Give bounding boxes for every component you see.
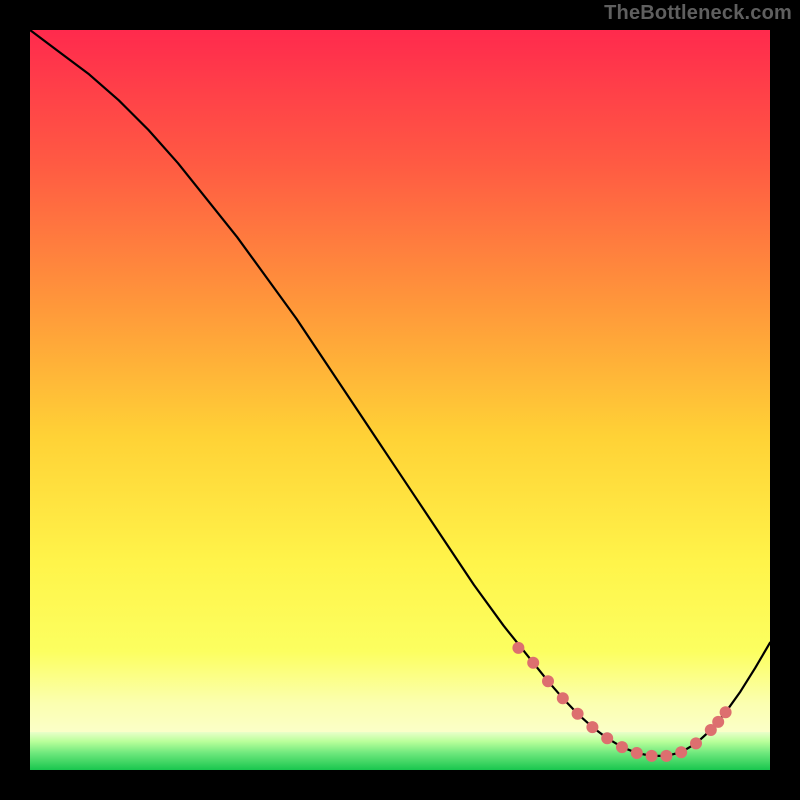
highlight-dot — [512, 642, 524, 654]
highlight-dot — [557, 692, 569, 704]
highlight-dot — [586, 721, 598, 733]
highlight-dot — [690, 737, 702, 749]
highlight-dot — [712, 716, 724, 728]
highlight-dot — [601, 732, 613, 744]
watermark-text: TheBottleneck.com — [604, 2, 792, 25]
highlight-dot — [616, 741, 628, 753]
highlight-dot — [646, 750, 658, 762]
highlight-dot — [675, 746, 687, 758]
plot-area — [30, 30, 770, 770]
green-band — [30, 732, 770, 770]
highlight-dot — [660, 750, 672, 762]
gradient-background — [30, 30, 770, 770]
chart-svg — [30, 30, 770, 770]
highlight-dot — [720, 706, 732, 718]
highlight-dot — [542, 675, 554, 687]
highlight-dot — [631, 747, 643, 759]
highlight-dot — [527, 657, 539, 669]
highlight-dot — [572, 708, 584, 720]
chart-stage: TheBottleneck.com — [0, 0, 800, 800]
